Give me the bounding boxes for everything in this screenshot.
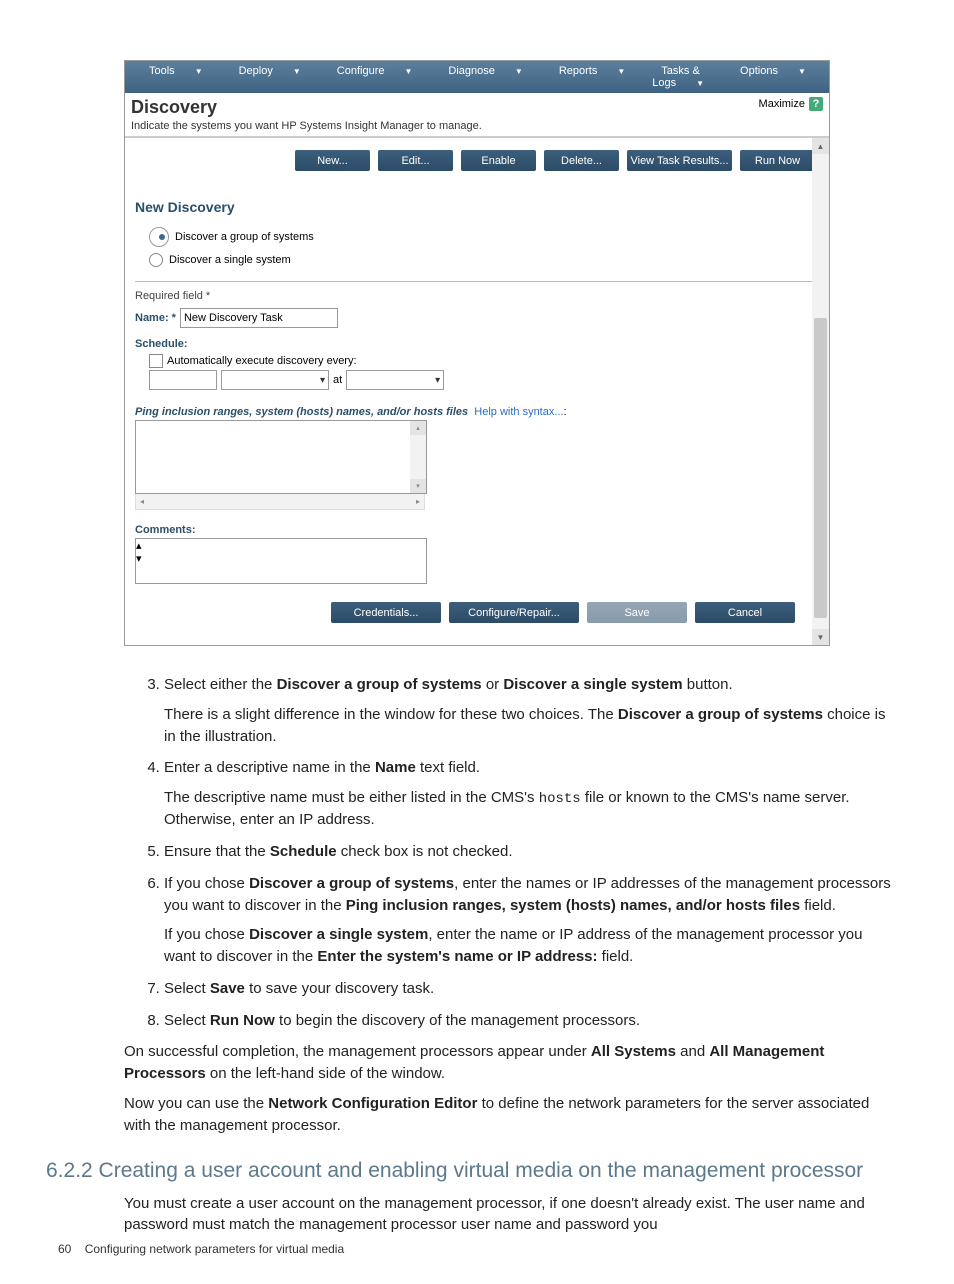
- run-now-button[interactable]: Run Now: [740, 150, 815, 171]
- menu-diagnose[interactable]: Diagnose▼: [430, 63, 540, 91]
- textarea-scrollbar[interactable]: ▴▾: [410, 421, 426, 493]
- section-6-2-2-body: You must create a user account on the ma…: [124, 1193, 896, 1237]
- schedule-at-label: at: [333, 374, 342, 386]
- delete-button[interactable]: Delete...: [544, 150, 619, 171]
- menu-help[interactable]: Help▼: [824, 63, 911, 91]
- comments-textarea[interactable]: ▴▾: [135, 538, 427, 584]
- enable-button[interactable]: Enable: [461, 150, 536, 171]
- menubar: Tools▼ Deploy▼ Configure▼ Diagnose▼ Repo…: [125, 61, 829, 93]
- credentials-button[interactable]: Credentials...: [331, 602, 441, 623]
- schedule-unit-select[interactable]: ▾: [221, 370, 329, 390]
- subtitle: Indicate the systems you want HP Systems…: [125, 120, 829, 137]
- section-6-2-2-heading: 6.2.2 Creating a user account and enabli…: [46, 1158, 896, 1184]
- divider: [135, 281, 815, 282]
- comments-label: Comments:: [135, 524, 196, 536]
- cancel-button[interactable]: Cancel: [695, 602, 795, 623]
- name-label: Name: *: [135, 312, 176, 324]
- radio-icon: [149, 227, 169, 247]
- edit-button[interactable]: Edit...: [378, 150, 453, 171]
- radio-label: Discover a group of systems: [175, 231, 314, 243]
- menu-reports[interactable]: Reports▼: [541, 63, 643, 91]
- textarea-scrollbar[interactable]: ▴▾: [136, 539, 426, 565]
- maximize-link[interactable]: Maximize: [759, 98, 805, 110]
- textarea-hscroll[interactable]: ◂▸: [135, 494, 425, 510]
- radio-label: Discover a single system: [169, 254, 291, 266]
- step-3: Select either the Discover a group of sy…: [164, 674, 896, 747]
- discovery-screenshot: Tools▼ Deploy▼ Configure▼ Diagnose▼ Repo…: [124, 60, 830, 646]
- instructions: Select either the Discover a group of sy…: [124, 674, 896, 1136]
- name-field[interactable]: [180, 308, 338, 328]
- schedule-checkbox[interactable]: [149, 354, 163, 368]
- help-icon[interactable]: ?: [809, 97, 823, 111]
- schedule-time-select[interactable]: ▾: [346, 370, 444, 390]
- menu-tools[interactable]: Tools▼: [131, 63, 221, 91]
- required-note: Required field *: [135, 290, 815, 302]
- menu-tasks-logs[interactable]: Tasks & Logs▼: [643, 63, 722, 91]
- menu-options[interactable]: Options▼: [722, 63, 824, 91]
- menu-configure[interactable]: Configure▼: [319, 63, 431, 91]
- page-title: Discovery: [131, 97, 217, 118]
- schedule-value[interactable]: [149, 370, 217, 390]
- help-with-syntax-link[interactable]: Help with syntax...: [474, 406, 563, 418]
- menu-deploy[interactable]: Deploy▼: [221, 63, 319, 91]
- step-4: Enter a descriptive name in the Name tex…: [164, 757, 896, 831]
- save-button[interactable]: Save: [587, 602, 687, 623]
- ping-ranges-textarea[interactable]: ▴▾: [135, 420, 427, 494]
- step-6: If you chose Discover a group of systems…: [164, 873, 896, 968]
- step-7: Select Save to save your discovery task.: [164, 978, 896, 1000]
- configure-repair-button[interactable]: Configure/Repair...: [449, 602, 579, 623]
- ping-label: Ping inclusion ranges, system (hosts) na…: [135, 406, 468, 418]
- schedule-auto-label: Automatically execute discovery every:: [167, 355, 357, 367]
- scroll-up-icon[interactable]: ▲: [812, 138, 829, 154]
- scroll-thumb[interactable]: [814, 318, 827, 618]
- new-button[interactable]: New...: [295, 150, 370, 171]
- scroll-down-icon[interactable]: ▼: [812, 629, 829, 645]
- radio-group-systems[interactable]: Discover a group of systems: [149, 227, 815, 247]
- radio-icon: [149, 253, 163, 267]
- step-8: Select Run Now to begin the discovery of…: [164, 1010, 896, 1032]
- schedule-heading: Schedule:: [135, 338, 815, 350]
- vertical-scrollbar[interactable]: ▲ ▼: [812, 138, 829, 645]
- step-5: Ensure that the Schedule check box is no…: [164, 841, 896, 863]
- view-task-results-button[interactable]: View Task Results...: [627, 150, 732, 171]
- section-heading: New Discovery: [135, 199, 815, 215]
- page-footer: 60 Configuring network parameters for vi…: [58, 1242, 344, 1256]
- radio-single-system[interactable]: Discover a single system: [149, 253, 815, 267]
